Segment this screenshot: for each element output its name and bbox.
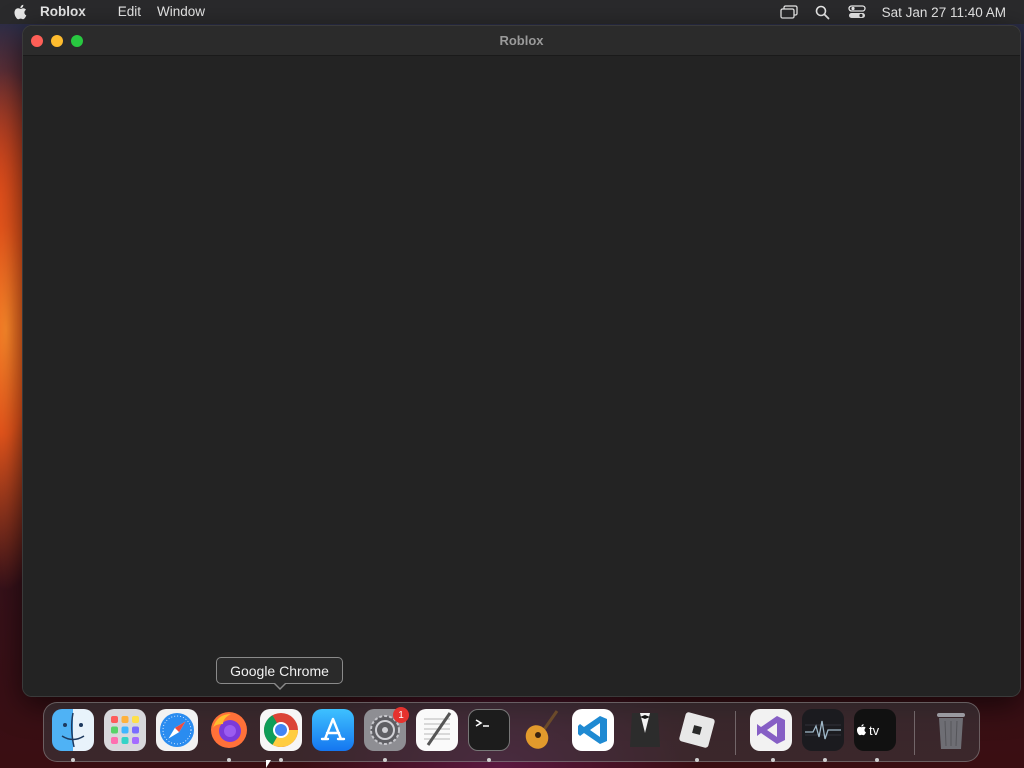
- apple-menu-icon[interactable]: [0, 4, 40, 20]
- vscode-icon[interactable]: [572, 709, 614, 751]
- window-title: Roblox: [499, 33, 544, 48]
- safari-icon[interactable]: [156, 709, 198, 751]
- roblox-icon[interactable]: [676, 709, 718, 751]
- launchpad-icon[interactable]: [104, 709, 146, 751]
- menu-edit[interactable]: Edit: [118, 0, 157, 24]
- garageband-icon[interactable]: [520, 709, 562, 751]
- tooltip-arrow-inner: [274, 682, 286, 688]
- visual-studio-icon[interactable]: [750, 709, 792, 751]
- dock-tooltip: Google Chrome: [216, 657, 343, 684]
- apple-tv-icon[interactable]: tv: [854, 709, 896, 751]
- dock-separator-2: [914, 711, 915, 755]
- bartender-icon[interactable]: [624, 709, 666, 751]
- window-content[interactable]: [23, 56, 1020, 696]
- running-indicator: [279, 758, 283, 762]
- close-button[interactable]: [31, 34, 43, 47]
- app-store-icon[interactable]: [312, 709, 354, 751]
- settings-badge: 1: [393, 707, 409, 723]
- control-center-icon[interactable]: [840, 5, 874, 19]
- chrome-icon[interactable]: [260, 709, 302, 751]
- firefox-icon[interactable]: [208, 709, 250, 751]
- textedit-icon[interactable]: [416, 709, 458, 751]
- running-indicator: [875, 758, 879, 762]
- menu-window[interactable]: Window: [157, 0, 221, 24]
- dock-separator: [735, 711, 736, 755]
- screen-mirroring-icon[interactable]: [772, 5, 806, 19]
- running-indicator: [383, 758, 387, 762]
- menu-bar-clock[interactable]: Sat Jan 27 11:40 AM: [874, 5, 1006, 20]
- dock: 1 tv: [43, 702, 980, 762]
- minimize-button[interactable]: [51, 34, 63, 47]
- running-indicator: [823, 758, 827, 762]
- running-indicator: [487, 758, 491, 762]
- finder-icon[interactable]: [52, 709, 94, 751]
- zoom-button[interactable]: [71, 34, 83, 47]
- menu-bar: Roblox Edit Window Sat Jan 27 11:40 AM: [0, 0, 1024, 24]
- roblox-window: Roblox: [22, 25, 1021, 697]
- running-indicator: [227, 758, 231, 762]
- activity-monitor-icon[interactable]: [802, 709, 844, 751]
- svg-text:tv: tv: [869, 723, 880, 738]
- running-indicator: [771, 758, 775, 762]
- trash-icon[interactable]: [930, 709, 972, 751]
- window-titlebar[interactable]: Roblox: [23, 26, 1020, 56]
- mouse-cursor: [266, 760, 271, 768]
- menu-app-name[interactable]: Roblox: [40, 0, 102, 24]
- running-indicator: [695, 758, 699, 762]
- spotlight-search-icon[interactable]: [806, 5, 840, 20]
- terminal-icon[interactable]: [468, 709, 510, 751]
- running-indicator: [71, 758, 75, 762]
